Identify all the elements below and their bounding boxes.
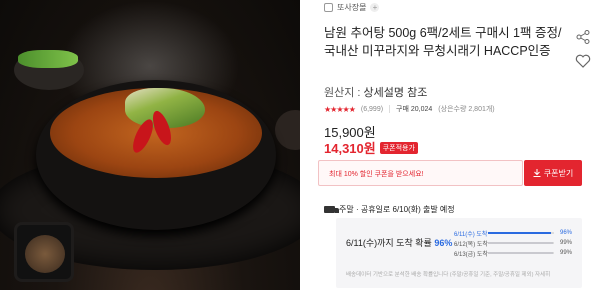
arrival-bar-row: 6/11(수) 도착 96%	[454, 228, 576, 238]
store-name: 또사장몰	[337, 3, 367, 12]
arrival-probability-value: 96%	[434, 238, 453, 248]
arrival-bars: 6/11(수) 도착 96% 6/12(목) 도착 99% 6/13(금) 도착…	[454, 228, 576, 258]
purchase-note: (상은수량 2,801개)	[438, 106, 495, 113]
store-icon	[324, 3, 333, 12]
truck-icon	[324, 206, 339, 213]
arrival-probability-label: 6/11(수)까지 도착 확률	[346, 238, 432, 248]
origin-info: 원산지 : 상세설명 참조	[324, 84, 427, 100]
arrival-bar-row: 6/12(목) 도착 99%	[454, 238, 576, 248]
delivery-probability-box: 6/11(수)까지 도착 확률 96% 6/11(수) 도착 96% 6/12(…	[336, 218, 582, 288]
side-greens	[18, 50, 78, 68]
wishlist-heart-icon[interactable]	[575, 54, 591, 68]
rating-row: ★★★★★ (6,999) 구매 20,024 (상은수량 2,801개)	[324, 104, 495, 114]
origin-label: 원산지 :	[324, 87, 361, 99]
arrival-bar-fill	[488, 232, 552, 234]
arrival-bar-row: 6/13(금) 도착 99%	[454, 248, 576, 258]
purchase-count: 구매 20,024	[396, 106, 433, 113]
product-page: 또사장몰 + 남원 추어탕 500g 6팩/2세트 구매시 1팩 증정/국내산 …	[0, 0, 600, 290]
sale-price-row: 14,310원 쿠폰적용가	[324, 138, 418, 157]
small-dish	[14, 222, 74, 282]
arrival-bar-fill	[488, 242, 554, 244]
coupon-button-label: 쿠폰받기	[543, 168, 574, 178]
rating-stars[interactable]: ★★★★★	[324, 105, 356, 114]
follow-plus-icon[interactable]: +	[370, 3, 380, 12]
share-icon[interactable]	[576, 30, 590, 44]
arrival-bar-fill	[488, 252, 554, 254]
product-title: 남원 추어탕 500g 6팩/2세트 구매시 1팩 증정/국내산 미꾸라지와 무…	[324, 26, 562, 58]
product-info: 또사장몰 + 남원 추어탕 500g 6팩/2세트 구매시 1팩 증정/국내산 …	[318, 0, 600, 290]
arrival-date: 6/13(금) 도착	[454, 251, 488, 258]
arrival-pct: 99%	[559, 250, 572, 256]
delivery-note: 배송데이터 기반으로 분석한 배송 확률입니다 (주말/공휴일 기준, 주말/공…	[346, 272, 551, 278]
shipping-text: 주말 · 공휴일로 6/10(화) 출발 예정	[339, 205, 455, 214]
arrival-probability: 6/11(수)까지 도착 확률 96%	[346, 236, 452, 249]
divider	[389, 105, 391, 113]
shipping-headline: 주말 · 공휴일로 6/10(화) 출발 예정	[324, 204, 455, 215]
download-icon	[533, 169, 541, 177]
arrival-pct: 99%	[559, 240, 572, 246]
review-count[interactable]: (6,999)	[361, 106, 383, 113]
arrival-bar-track	[488, 252, 554, 254]
store-link[interactable]: 또사장몰 +	[324, 2, 380, 13]
coupon-applied-badge: 쿠폰적용가	[379, 141, 418, 154]
product-image[interactable]	[0, 0, 300, 290]
arrival-bar-track	[488, 242, 554, 244]
sale-price: 14,310원	[324, 141, 376, 156]
arrival-date: 6/11(수) 도착	[454, 231, 488, 238]
coupon-download-button[interactable]: 쿠폰받기	[524, 160, 582, 186]
origin-value: 상세설명 참조	[363, 87, 428, 99]
arrival-bar-track	[488, 232, 554, 234]
coupon-message: 최대 10% 할인 쿠폰을 받으세요!	[318, 160, 523, 186]
arrival-date: 6/12(목) 도착	[454, 241, 488, 248]
arrival-pct: 96%	[559, 230, 572, 236]
side-bowl	[275, 110, 300, 150]
